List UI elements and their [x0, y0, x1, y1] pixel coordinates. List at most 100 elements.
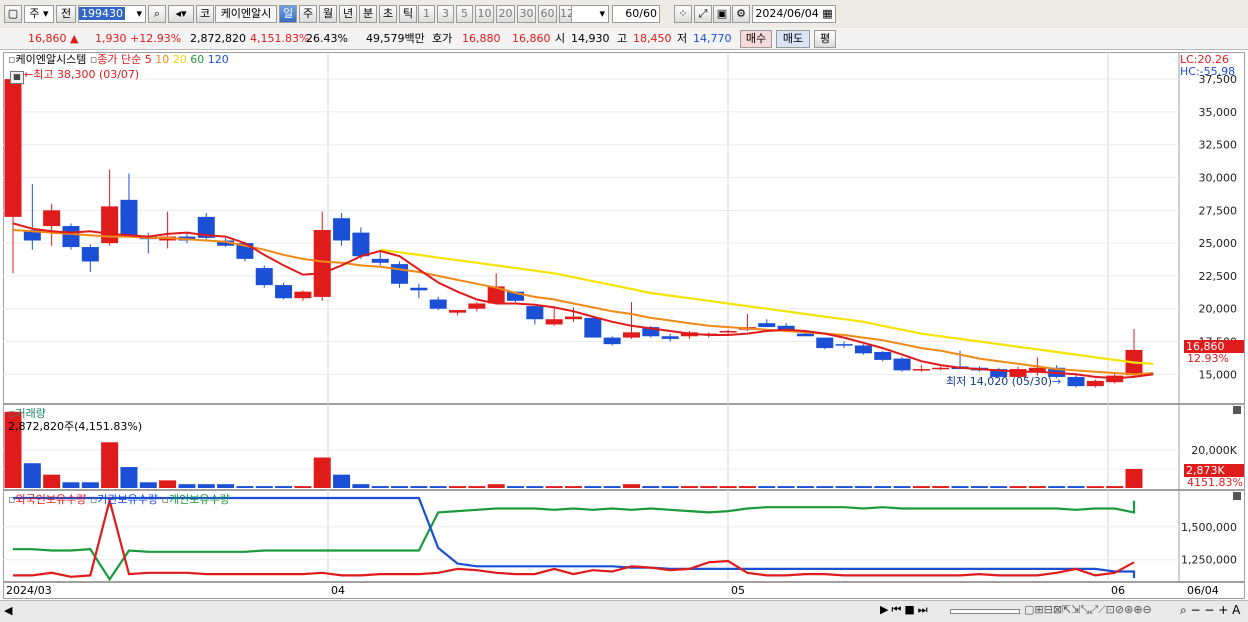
chart-menu-icon[interactable]: ▢: [4, 5, 22, 23]
candle-body: [622, 332, 640, 338]
interval-button-3[interactable]: 10: [475, 5, 494, 23]
candle-body: [449, 310, 467, 313]
chevron-down-icon: ▾: [136, 7, 142, 20]
candle-body: [43, 210, 61, 227]
candle-body: [893, 358, 911, 371]
volume-bar: [217, 484, 235, 488]
volume-bar: [507, 486, 525, 488]
candle-body: [719, 331, 737, 333]
stock-title: 케이엔알시스템: [15, 53, 87, 66]
market-select[interactable]: 주 ▾: [24, 5, 54, 23]
individual-holding-line: [13, 500, 1136, 582]
volume-bar: [313, 457, 331, 488]
close-icon[interactable]: [1233, 492, 1241, 500]
volume-bar: [777, 486, 795, 488]
candle-body: [391, 264, 409, 284]
playback-controls[interactable]: ▶⏮■⏭: [880, 603, 931, 617]
buy-button[interactable]: 매수: [740, 30, 772, 48]
volume-bar: [120, 467, 138, 488]
ma60-label: 60: [190, 53, 205, 66]
change-value: 1,930: [95, 32, 127, 45]
interval-button-4[interactable]: 20: [496, 5, 515, 23]
period-tab-2[interactable]: 월: [319, 5, 337, 23]
save-icon[interactable]: ▣: [713, 5, 731, 23]
period-tab-5[interactable]: 초: [379, 5, 397, 23]
holding-legend: ▫외국인보유수량 ▫기관보유수량 ▫개인보유수량: [8, 491, 230, 507]
volume-bar: [545, 486, 563, 488]
market-select-value: 주: [29, 7, 40, 20]
stock-code-input[interactable]: 199430 ▾: [78, 5, 146, 23]
link-icon[interactable]: ⁘: [674, 5, 692, 23]
candle-body: [874, 352, 892, 360]
data-count-field[interactable]: 60/60: [612, 5, 660, 23]
category-button[interactable]: 코: [196, 5, 214, 23]
search-icon[interactable]: ⌕: [148, 5, 166, 23]
speaker-icon[interactable]: ◂▾: [168, 5, 194, 23]
avg-button[interactable]: 평: [814, 30, 836, 48]
price-chart[interactable]: 37,50035,00032,50030,00027,50025,00022,5…: [3, 52, 1245, 404]
y-tick-label: 20,000: [1199, 303, 1238, 316]
zoom-slider[interactable]: [950, 609, 1020, 614]
volume-bar: [642, 486, 660, 488]
volume-bar: [970, 486, 988, 488]
x-axis: [3, 582, 1245, 599]
zoom-icon[interactable]: ⤢: [694, 5, 712, 23]
candle-body: [526, 306, 544, 320]
zoom-tools[interactable]: ⌕ − − + A: [1180, 603, 1240, 618]
close-icon[interactable]: [1233, 406, 1241, 414]
period-tab-1[interactable]: 주: [299, 5, 317, 23]
scroll-left-icon[interactable]: ◀: [4, 604, 12, 617]
volume-bar: [23, 463, 41, 488]
interval-button-5[interactable]: 30: [517, 5, 536, 23]
volume-bar: [468, 486, 486, 488]
chevron-down-icon: ▾: [599, 7, 605, 20]
calendar-icon[interactable]: ▦: [822, 7, 832, 20]
volume-bar: [275, 486, 293, 488]
sell-button[interactable]: 매도: [776, 30, 810, 48]
candle-body: [294, 291, 312, 299]
x-label-2: 05: [731, 584, 745, 597]
volume-bar: [81, 482, 99, 488]
candle-body: [120, 199, 138, 237]
x-label-3: 06: [1111, 584, 1125, 597]
bid-label: 호가: [432, 32, 453, 45]
prev-button[interactable]: 전: [56, 5, 76, 23]
candle-body: [854, 345, 872, 354]
volume-bar: [487, 484, 505, 488]
candle-body: [796, 333, 814, 337]
interval-button-6[interactable]: 60: [538, 5, 557, 23]
gear-icon[interactable]: ⚙: [732, 5, 750, 23]
max-annotation: ←최고 38,300 (03/07): [24, 68, 140, 81]
date-field[interactable]: 2024/06/04 ▦: [752, 5, 836, 23]
interval-button-1[interactable]: 3: [437, 5, 454, 23]
volume-chart[interactable]: 20,000K10,000K: [3, 404, 1245, 490]
period-tab-6[interactable]: 틱: [399, 5, 417, 23]
interval-button-2[interactable]: 5: [456, 5, 473, 23]
up-arrow-icon: ▲: [70, 32, 79, 45]
volume-bar: [1028, 486, 1046, 488]
period-tab-4[interactable]: 분: [359, 5, 377, 23]
y-tick-label: 1,250,000: [1181, 554, 1237, 567]
table-icon[interactable]: ▦: [10, 71, 24, 84]
quote-price: 16,860 ▲: [28, 31, 78, 47]
ma120-label: 120: [207, 53, 229, 66]
ma10-line: [12, 229, 1154, 376]
volume-bar: [874, 486, 892, 488]
quote-volume: 2,872,820: [190, 32, 246, 45]
drawing-tools[interactable]: ▢⊞⊟⊠⇱⇲⤡⤢⟋⊡⊘⊛⊕⊖: [1024, 603, 1152, 617]
min-label: 최저 14,020 (05/30): [946, 375, 1053, 388]
volume-bar: [564, 486, 583, 488]
interval-button-0[interactable]: 1: [418, 5, 435, 23]
period-tab-3[interactable]: 년: [339, 5, 357, 23]
high-label: 고: [617, 32, 628, 45]
period-tab-0[interactable]: 일: [279, 5, 297, 23]
candle-body: [932, 367, 950, 370]
custom-interval-select[interactable]: ▾: [571, 5, 609, 23]
volume-bar: [719, 486, 737, 488]
candle-body: [1086, 380, 1104, 387]
candle-body: [352, 232, 370, 257]
volume-bar: [990, 486, 1008, 488]
candle-body: [584, 317, 602, 338]
stock-name-field: 케이엔알시: [215, 5, 277, 23]
y-tick-label: 1,500,000: [1181, 521, 1237, 534]
